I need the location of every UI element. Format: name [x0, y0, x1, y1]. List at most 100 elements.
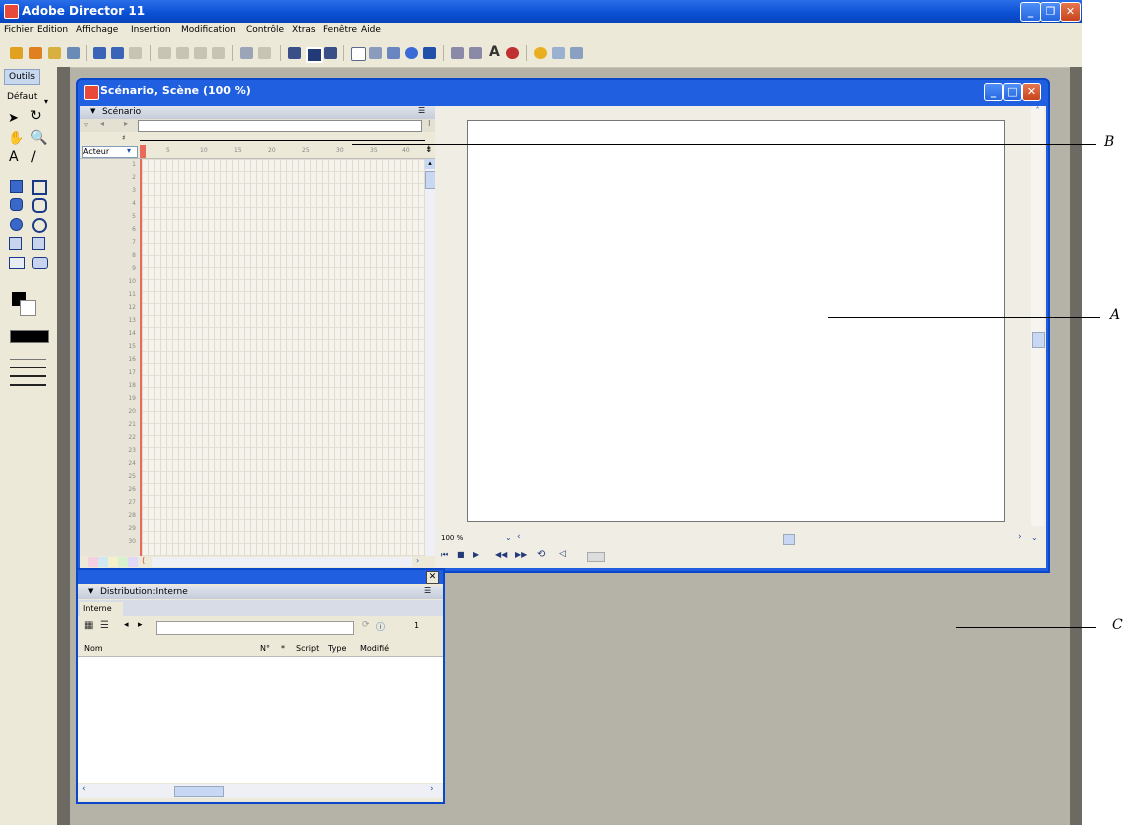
channel-number[interactable]: 27 [82, 499, 136, 506]
save-icon[interactable] [93, 47, 106, 59]
info-icon[interactable]: ⓘ [376, 620, 385, 633]
maximize-icon[interactable]: □ [1003, 83, 1022, 101]
rewind-icon[interactable]: ⏮ [441, 550, 448, 560]
tools-tab[interactable]: Outils [4, 69, 40, 85]
channel-number[interactable]: 14 [82, 330, 136, 337]
rewind-icon[interactable] [288, 47, 301, 59]
ellipse-icon[interactable] [32, 218, 47, 233]
scroll-up-icon[interactable]: ▴ [425, 159, 435, 169]
radio-icon[interactable] [32, 237, 45, 250]
menu-aide[interactable]: Aide [361, 25, 381, 35]
collapse-arrow-icon[interactable]: ▼ [88, 587, 93, 595]
round-rect-icon[interactable] [32, 198, 47, 213]
channel-number[interactable]: 28 [82, 512, 136, 519]
channel-number[interactable]: 12 [82, 304, 136, 311]
prev-marker-icon[interactable]: ◂ [100, 119, 104, 128]
stage-scroll-thumb[interactable] [1032, 332, 1045, 348]
zoom-menu-icon[interactable]: ⇟ [425, 145, 433, 155]
marker-toggle-icon[interactable]: ⁝ [428, 119, 431, 128]
behavior-icon[interactable] [552, 47, 565, 59]
field-icon[interactable] [9, 257, 25, 269]
filled-ellipse-icon[interactable] [10, 218, 23, 231]
publish-icon[interactable] [129, 47, 142, 59]
score-grid[interactable] [140, 159, 427, 556]
open-icon[interactable] [48, 47, 61, 59]
line-width-2[interactable] [10, 375, 46, 377]
channel-number[interactable]: 10 [82, 278, 136, 285]
cast-member-list[interactable] [78, 657, 443, 783]
minimize-icon[interactable]: _ [984, 83, 1003, 101]
app-titlebar[interactable]: Adobe Director 11 _ ❐ ✕ [0, 0, 1082, 23]
marker-comment-field[interactable] [138, 120, 422, 132]
step-forward-icon[interactable]: ▶▶ [515, 550, 527, 559]
horizontal-scroll-thumb[interactable] [783, 534, 795, 545]
effects-channel-icon[interactable]: ♯ [122, 134, 136, 143]
scroll-right-icon[interactable]: › [1018, 532, 1022, 542]
channel-display-dropdown[interactable]: Acteur ▾ [82, 146, 138, 158]
text-window-icon[interactable]: A [489, 44, 500, 60]
color-swatch[interactable] [98, 557, 108, 567]
score-horizontal-scrollbar[interactable] [152, 557, 412, 567]
panel-options-icon[interactable]: ☰ [424, 586, 431, 595]
chevron-down-icon[interactable]: ⌄ [505, 533, 512, 542]
volume-slider[interactable] [587, 552, 605, 562]
close-icon[interactable]: ✕ [1060, 2, 1081, 22]
zoom-icon[interactable]: 🔍 [30, 130, 47, 146]
menu-controle[interactable]: Contrôle [246, 25, 284, 35]
restore-icon[interactable]: ❐ [1040, 2, 1061, 22]
vector-icon[interactable] [469, 47, 482, 59]
stop-icon[interactable] [306, 47, 323, 63]
new-movie-icon[interactable] [10, 47, 23, 59]
line-width-3[interactable] [10, 384, 46, 386]
column-script[interactable]: Script [296, 644, 319, 653]
channel-number[interactable]: 19 [82, 395, 136, 402]
channel-number[interactable]: 11 [82, 291, 136, 298]
property-inspector-icon[interactable] [405, 47, 418, 59]
arrow-icon[interactable]: ➤ [8, 111, 19, 126]
paste-icon[interactable] [212, 47, 225, 59]
menu-edition[interactable]: Edition [37, 25, 68, 35]
next-member-icon[interactable]: ▸ [138, 620, 143, 630]
tab-interne[interactable]: Interne [80, 602, 123, 616]
cast-scroll-thumb[interactable] [174, 786, 224, 797]
channel-number[interactable]: 26 [82, 486, 136, 493]
paint-icon[interactable] [451, 47, 464, 59]
channel-number[interactable]: 30 [82, 538, 136, 545]
line-icon[interactable]: / [31, 149, 36, 165]
channel-number[interactable]: 7 [82, 239, 136, 246]
stop-icon[interactable]: ■ [457, 550, 465, 559]
menu-fenetre[interactable]: Fenêtre [323, 25, 357, 35]
tools-default-dropdown[interactable]: Défaut [7, 92, 37, 102]
menu-xtras[interactable]: Xtras [292, 25, 316, 35]
channel-number[interactable]: 4 [82, 200, 136, 207]
grid-icon[interactable] [258, 47, 271, 59]
column-star[interactable]: * [281, 644, 285, 653]
script-icon[interactable] [506, 47, 519, 59]
channel-number[interactable]: 23 [82, 447, 136, 454]
score-window-icon[interactable] [387, 47, 400, 59]
close-icon[interactable]: ✕ [426, 571, 439, 584]
text-icon[interactable]: A [9, 149, 19, 165]
line-width-none[interactable] [10, 359, 46, 360]
checkbox-icon[interactable] [9, 237, 22, 250]
menu-insertion[interactable]: Insertion [131, 25, 171, 35]
scroll-left-icon[interactable]: ⟨ [142, 556, 145, 565]
stage-canvas[interactable] [467, 120, 1005, 522]
playhead-marker[interactable] [140, 145, 146, 158]
scroll-left-icon[interactable]: ‹ [82, 784, 86, 794]
close-icon[interactable]: ✕ [1022, 83, 1041, 101]
color-swatch[interactable] [108, 557, 118, 567]
channel-number[interactable]: 22 [82, 434, 136, 441]
column-modifie[interactable]: Modifié [360, 644, 389, 653]
channel-number[interactable]: 29 [82, 525, 136, 532]
volume-icon[interactable]: ◁ [559, 549, 566, 559]
channel-number[interactable]: 13 [82, 317, 136, 324]
channel-number[interactable]: 17 [82, 369, 136, 376]
dropdown-arrow-icon[interactable]: ▾ [44, 97, 48, 106]
collapse-arrow-icon[interactable]: ▼ [90, 107, 95, 115]
library-icon[interactable] [423, 47, 436, 59]
color-swatch[interactable] [88, 557, 98, 567]
cast-horizontal-scrollbar[interactable]: ‹ › [78, 784, 443, 798]
play-icon[interactable]: ▶ [473, 550, 479, 559]
channel-number[interactable]: 2 [82, 174, 136, 181]
